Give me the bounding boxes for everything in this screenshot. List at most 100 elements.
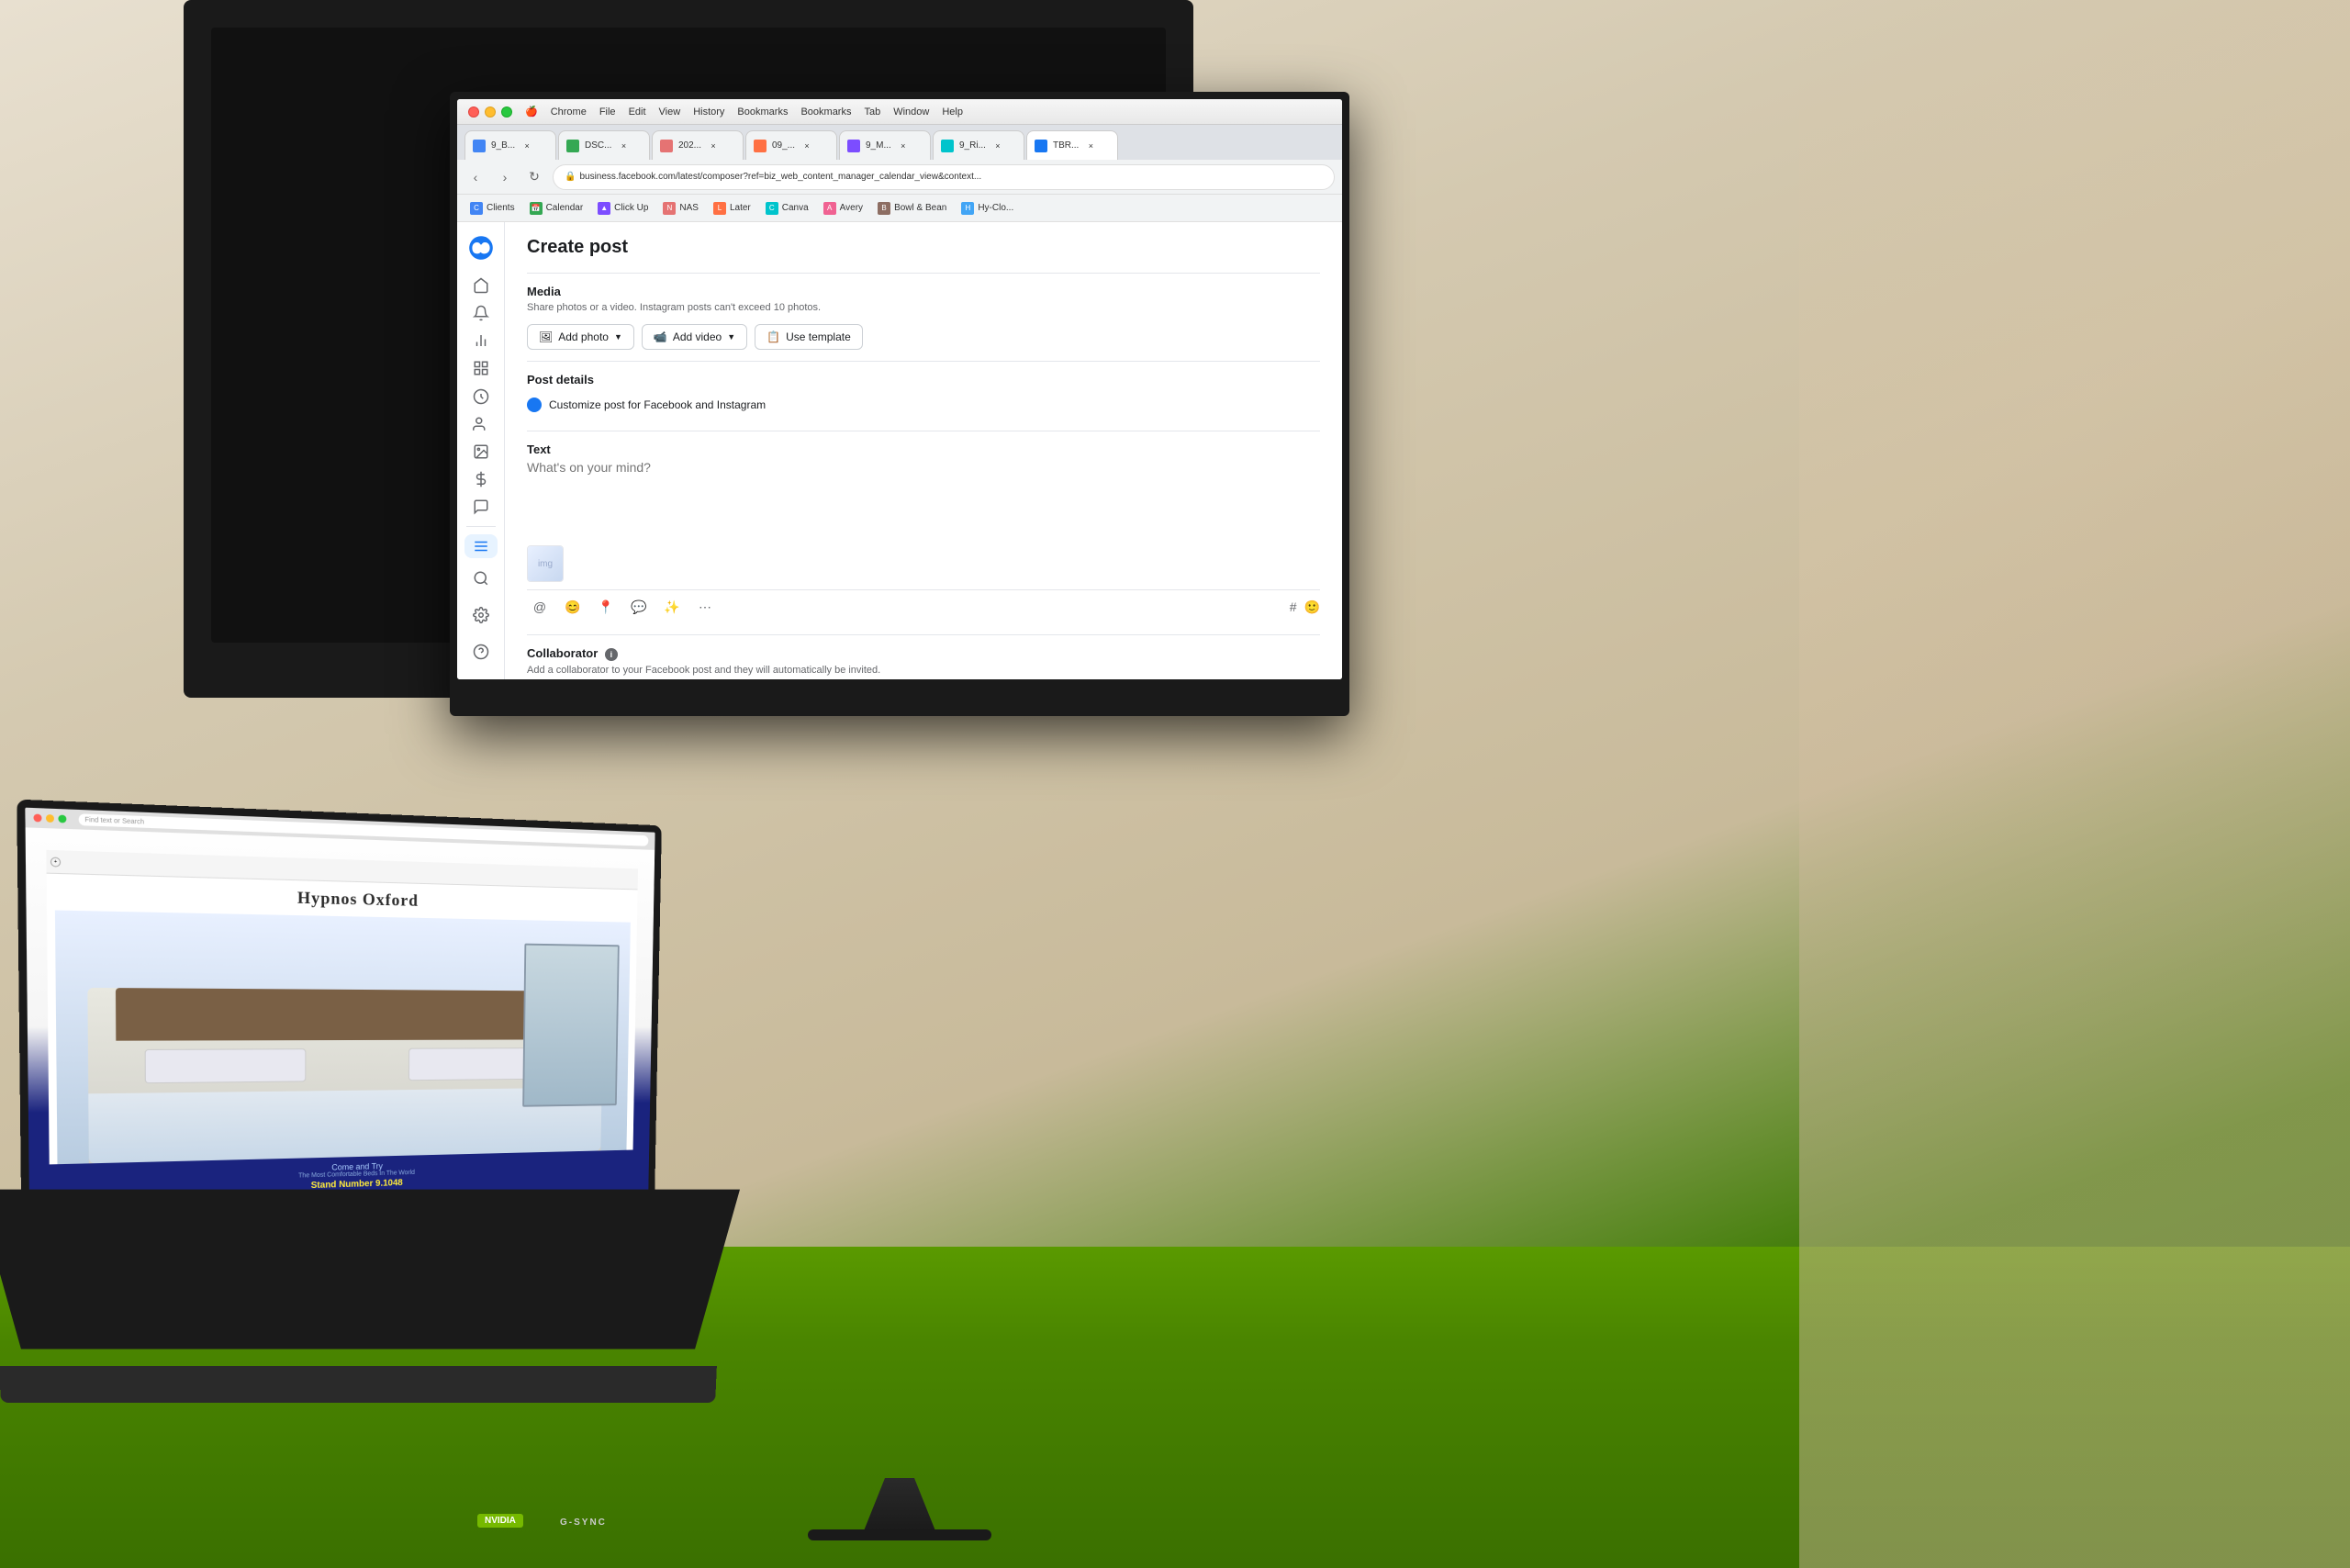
tab-menu-item[interactable]: Tab (858, 105, 886, 119)
tag-people-icon[interactable]: @ (527, 594, 553, 620)
help-menu-item[interactable]: Help (936, 105, 968, 119)
tab-6[interactable]: 9_Ri... × (933, 130, 1024, 160)
history-menu-item[interactable]: History (688, 105, 730, 119)
tab-1-title: 9_B... (491, 140, 515, 151)
tab-3[interactable]: 202... × (652, 130, 744, 160)
bookmark-bowl-bean[interactable]: B Bowl & Bean (872, 199, 952, 218)
nvidia-label: NVIDIA (477, 1514, 523, 1528)
tab-7-title: TBR... (1053, 140, 1079, 151)
bookmark-clickup-favicon: ▲ (598, 202, 610, 215)
address-bar[interactable]: 🔒 business.facebook.com/latest/composer?… (553, 164, 1335, 190)
template-icon: 📋 (767, 330, 780, 343)
bookmark-calendar-favicon: 📅 (530, 202, 543, 215)
fb-nav-content[interactable] (464, 356, 498, 380)
tab-4[interactable]: 09_... × (745, 130, 837, 160)
window-menu-item[interactable]: Window (888, 105, 934, 119)
laptop-screen: Find text or Search + Hypnos Oxford (17, 800, 662, 1249)
fb-sidebar (457, 222, 505, 679)
tab-1-close[interactable]: × (520, 140, 533, 152)
location-icon[interactable]: 📍 (593, 594, 619, 620)
tab-6-title: 9_Ri... (959, 140, 986, 151)
maximize-button[interactable] (501, 106, 512, 118)
collaborator-label: Collaborator i (527, 646, 1320, 661)
bookmark-hy-label: Hy-Clo... (978, 203, 1013, 213)
tab-5[interactable]: 9_M... × (839, 130, 931, 160)
photo-dropdown-icon: ▼ (614, 332, 622, 342)
bookmarks-bar: C Clients 📅 Calendar ▲ Click Up N NAS L … (457, 195, 1342, 222)
edit-menu-item[interactable]: Edit (623, 105, 652, 119)
reload-button[interactable]: ↻ (523, 166, 545, 188)
tab-1-favicon (473, 140, 486, 152)
fb-nav-search[interactable] (464, 562, 498, 595)
fb-nav-home[interactable] (464, 274, 498, 297)
bookmark-hy-clo[interactable]: H Hy-Clo... (956, 199, 1019, 218)
close-button[interactable] (468, 106, 479, 118)
fb-nav-settings[interactable] (464, 599, 498, 632)
fb-nav-media[interactable] (464, 440, 498, 464)
fb-ig-toggle[interactable] (527, 398, 542, 412)
fb-nav-menu-active[interactable] (464, 534, 498, 558)
more-options-icon[interactable]: ⋯ (692, 594, 718, 620)
bookmark-clients[interactable]: C Clients (464, 199, 520, 218)
forward-button[interactable]: › (494, 166, 516, 188)
tab-7-close[interactable]: × (1084, 140, 1097, 152)
post-details-section: Post details Customize post for Facebook… (527, 373, 1320, 420)
add-video-button[interactable]: 📹 Add video ▼ (642, 324, 747, 350)
tab-7-favicon (1035, 140, 1047, 152)
divider-4 (527, 634, 1320, 635)
fb-nav-ads[interactable] (464, 385, 498, 409)
bookmark-clients-label: Clients (487, 203, 515, 213)
tab-7[interactable]: TBR... × (1026, 130, 1118, 160)
fb-nav-inbox[interactable] (464, 495, 498, 519)
use-template-button[interactable]: 📋 Use template (755, 324, 863, 350)
bookmark-clickup[interactable]: ▲ Click Up (592, 199, 654, 218)
emoji-icon[interactable]: 😊 (560, 594, 586, 620)
main-monitor: 🍎 Chrome File Edit View History Bookmark… (450, 92, 1349, 716)
add-photo-button[interactable]: 🖼 Add photo ▼ (527, 324, 634, 350)
fb-nav-notifications[interactable] (464, 301, 498, 325)
tab-6-favicon (941, 140, 954, 152)
post-text-input[interactable] (527, 460, 1320, 533)
tab-2[interactable]: DSC... × (558, 130, 650, 160)
fb-nav-audience[interactable] (464, 412, 498, 436)
whatsapp-icon[interactable]: 💬 (626, 594, 652, 620)
gsync-label: G-SYNC (560, 1518, 607, 1528)
tab-5-close[interactable]: × (897, 140, 910, 152)
ai-icon[interactable]: ✨ (659, 594, 685, 620)
tab-4-favicon (754, 140, 767, 152)
tab-4-title: 09_... (772, 140, 795, 151)
file-menu-item[interactable]: File (594, 105, 621, 119)
chrome-addressbar: ‹ › ↻ 🔒 business.facebook.com/latest/com… (457, 160, 1342, 195)
minimize-button[interactable] (485, 106, 496, 118)
fb-nav-monetization[interactable] (464, 467, 498, 491)
bookmarks-menu-item[interactable]: Bookmarks (732, 105, 793, 119)
add-photo-label: Add photo (558, 330, 609, 343)
hashtag-icon[interactable]: # (1290, 599, 1297, 614)
bookmark-avery-label: Avery (840, 203, 863, 213)
bookmark-canva[interactable]: C Canva (760, 199, 814, 218)
bookmark-avery[interactable]: A Avery (818, 199, 868, 218)
add-photo-icon: 🖼 (539, 330, 553, 343)
tab-2-close[interactable]: × (617, 140, 630, 152)
apple-menu[interactable]: 🍎 (520, 104, 543, 119)
bookmark-nas[interactable]: N NAS (657, 199, 704, 218)
view-menu-item[interactable]: View (654, 105, 687, 119)
tab-4-close[interactable]: × (800, 140, 813, 152)
collaborator-section: Collaborator i Add a collaborator to you… (527, 646, 1320, 679)
bookmark-calendar[interactable]: 📅 Calendar (524, 199, 589, 218)
profiles-menu-item[interactable]: Bookmarks (795, 105, 856, 119)
chrome-menu-item[interactable]: Chrome (545, 105, 592, 119)
fb-nav-insights[interactable] (464, 329, 498, 353)
create-post-title: Create post (527, 237, 1320, 258)
add-emoji-icon[interactable]: 🙂 (1304, 599, 1320, 615)
laptop-ad-content: Find text or Search + Hypnos Oxford (25, 808, 655, 1241)
laptop: Find text or Search + Hypnos Oxford (0, 815, 716, 1403)
tab-1[interactable]: 9_B... × (464, 130, 556, 160)
tab-3-close[interactable]: × (707, 140, 720, 152)
tab-6-close[interactable]: × (991, 140, 1004, 152)
tab-3-favicon (660, 140, 673, 152)
bookmark-later[interactable]: L Later (708, 199, 756, 218)
collaborator-info-icon: i (605, 648, 618, 661)
fb-nav-help[interactable] (464, 635, 498, 668)
back-button[interactable]: ‹ (464, 166, 487, 188)
